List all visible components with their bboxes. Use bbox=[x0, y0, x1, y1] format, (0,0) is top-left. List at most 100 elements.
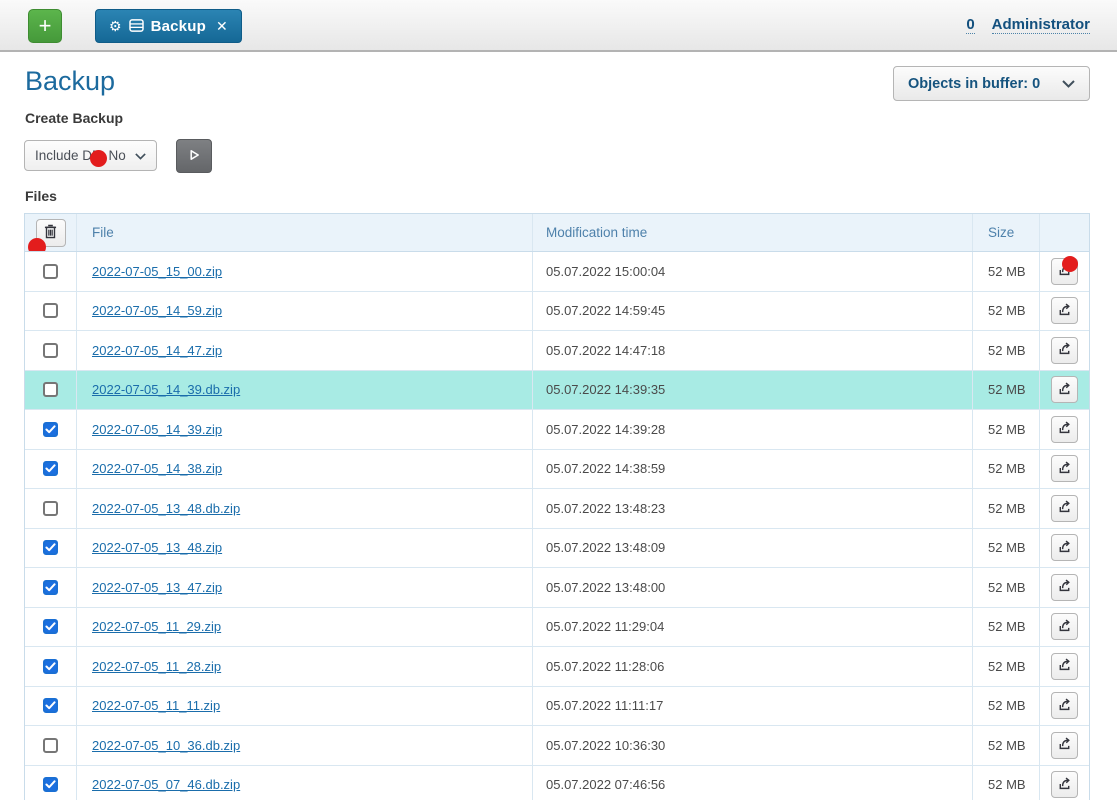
file-size: 52 MB bbox=[973, 331, 1040, 370]
table-row: 2022-07-05_15_00.zip 05.07.2022 15:00:04… bbox=[25, 252, 1089, 292]
file-link[interactable]: 2022-07-05_10_36.db.zip bbox=[92, 738, 240, 753]
restore-button[interactable] bbox=[1051, 653, 1078, 680]
row-checkbox[interactable] bbox=[43, 303, 58, 318]
restore-icon bbox=[1057, 776, 1072, 794]
restore-button[interactable] bbox=[1051, 692, 1078, 719]
objects-in-buffer-label: Objects in buffer: 0 bbox=[908, 76, 1040, 92]
restore-button[interactable] bbox=[1051, 574, 1078, 601]
column-header-size[interactable]: Size bbox=[973, 214, 1040, 251]
restore-icon bbox=[1057, 381, 1072, 399]
restore-button[interactable] bbox=[1051, 495, 1078, 522]
click-marker bbox=[1062, 256, 1078, 272]
modification-time: 05.07.2022 14:47:18 bbox=[533, 331, 973, 370]
restore-button[interactable] bbox=[1051, 297, 1078, 324]
chevron-down-icon bbox=[135, 147, 146, 165]
table-row: 2022-07-05_13_48.db.zip 05.07.2022 13:48… bbox=[25, 489, 1089, 529]
file-link[interactable]: 2022-07-05_14_59.zip bbox=[92, 303, 222, 318]
table-row: 2022-07-05_13_48.zip 05.07.2022 13:48:09… bbox=[25, 529, 1089, 569]
modification-time: 05.07.2022 14:38:59 bbox=[533, 450, 973, 489]
modification-time: 05.07.2022 14:39:35 bbox=[533, 371, 973, 410]
file-size: 52 MB bbox=[973, 292, 1040, 331]
restore-button[interactable] bbox=[1051, 416, 1078, 443]
user-links: 0 Administrator bbox=[966, 16, 1090, 34]
tab-label: Backup bbox=[151, 18, 206, 35]
table-row: 2022-07-05_14_39.db.zip 05.07.2022 14:39… bbox=[25, 371, 1089, 411]
restore-button[interactable] bbox=[1051, 771, 1078, 798]
counter-link[interactable]: 0 bbox=[966, 16, 974, 34]
file-link[interactable]: 2022-07-05_07_46.db.zip bbox=[92, 777, 240, 792]
restore-icon bbox=[1057, 657, 1072, 675]
file-link[interactable]: 2022-07-05_11_28.zip bbox=[92, 659, 221, 674]
table-row: 2022-07-05_14_39.zip 05.07.2022 14:39:28… bbox=[25, 410, 1089, 450]
files-table: File Modification time Size 2022-07-05_1… bbox=[24, 213, 1090, 800]
row-checkbox[interactable] bbox=[43, 619, 58, 634]
modification-time: 05.07.2022 13:48:23 bbox=[533, 489, 973, 528]
restore-button[interactable] bbox=[1051, 337, 1078, 364]
row-checkbox[interactable] bbox=[43, 580, 58, 595]
restore-button[interactable] bbox=[1051, 534, 1078, 561]
row-checkbox[interactable] bbox=[43, 461, 58, 476]
files-heading: Files bbox=[25, 188, 57, 204]
modification-time: 05.07.2022 13:48:09 bbox=[533, 529, 973, 568]
file-link[interactable]: 2022-07-05_11_29.zip bbox=[92, 619, 221, 634]
click-marker bbox=[28, 238, 46, 252]
restore-button[interactable] bbox=[1051, 258, 1078, 285]
new-tab-button[interactable]: + bbox=[28, 9, 62, 43]
chevron-down-icon bbox=[1062, 75, 1075, 93]
restore-icon bbox=[1057, 302, 1072, 320]
restore-button[interactable] bbox=[1051, 376, 1078, 403]
file-size: 52 MB bbox=[973, 450, 1040, 489]
row-checkbox[interactable] bbox=[43, 659, 58, 674]
restore-icon bbox=[1057, 578, 1072, 596]
table-row: 2022-07-05_11_29.zip 05.07.2022 11:29:04… bbox=[25, 608, 1089, 648]
objects-in-buffer-dropdown[interactable]: Objects in buffer: 0 bbox=[893, 66, 1090, 101]
file-link[interactable]: 2022-07-05_14_47.zip bbox=[92, 343, 222, 358]
row-checkbox[interactable] bbox=[43, 422, 58, 437]
table-row: 2022-07-05_07_46.db.zip 05.07.2022 07:46… bbox=[25, 766, 1089, 800]
file-size: 52 MB bbox=[973, 489, 1040, 528]
row-checkbox[interactable] bbox=[43, 777, 58, 792]
file-link[interactable]: 2022-07-05_13_48.zip bbox=[92, 540, 222, 555]
restore-button[interactable] bbox=[1051, 613, 1078, 640]
modification-time: 05.07.2022 15:00:04 bbox=[533, 252, 973, 291]
restore-icon bbox=[1057, 499, 1072, 517]
restore-button[interactable] bbox=[1051, 732, 1078, 759]
file-link[interactable]: 2022-07-05_14_39.zip bbox=[92, 422, 222, 437]
modification-time: 05.07.2022 11:28:06 bbox=[533, 647, 973, 686]
row-checkbox[interactable] bbox=[43, 501, 58, 516]
administrator-link[interactable]: Administrator bbox=[992, 16, 1090, 34]
column-header-file[interactable]: File bbox=[77, 214, 533, 251]
run-backup-button[interactable] bbox=[176, 139, 212, 173]
tab-backup[interactable]: ⚙ Backup ✕ bbox=[95, 9, 242, 43]
play-icon bbox=[187, 148, 201, 165]
modification-time: 05.07.2022 13:48:00 bbox=[533, 568, 973, 607]
include-db-value: Include DB: No bbox=[35, 148, 126, 163]
file-size: 52 MB bbox=[973, 647, 1040, 686]
close-icon[interactable]: ✕ bbox=[216, 18, 228, 35]
row-checkbox[interactable] bbox=[43, 382, 58, 397]
table-row: 2022-07-05_14_38.zip 05.07.2022 14:38:59… bbox=[25, 450, 1089, 490]
modification-time: 05.07.2022 14:39:28 bbox=[533, 410, 973, 449]
file-link[interactable]: 2022-07-05_14_39.db.zip bbox=[92, 382, 240, 397]
row-checkbox[interactable] bbox=[43, 540, 58, 555]
file-link[interactable]: 2022-07-05_13_47.zip bbox=[92, 580, 222, 595]
file-size: 52 MB bbox=[973, 568, 1040, 607]
row-checkbox[interactable] bbox=[43, 698, 58, 713]
file-link[interactable]: 2022-07-05_13_48.db.zip bbox=[92, 501, 240, 516]
delete-selected-button[interactable] bbox=[36, 219, 66, 247]
file-link[interactable]: 2022-07-05_14_38.zip bbox=[92, 461, 222, 476]
row-checkbox[interactable] bbox=[43, 738, 58, 753]
page-title: Backup bbox=[25, 66, 115, 97]
create-backup-heading: Create Backup bbox=[25, 110, 123, 126]
row-checkbox[interactable] bbox=[43, 264, 58, 279]
row-checkbox[interactable] bbox=[43, 343, 58, 358]
file-size: 52 MB bbox=[973, 529, 1040, 568]
restore-button[interactable] bbox=[1051, 455, 1078, 482]
file-link[interactable]: 2022-07-05_11_11.zip bbox=[92, 698, 220, 713]
column-header-modification-time[interactable]: Modification time bbox=[533, 214, 973, 251]
table-row: 2022-07-05_14_47.zip 05.07.2022 14:47:18… bbox=[25, 331, 1089, 371]
restore-icon bbox=[1057, 420, 1072, 438]
table-row: 2022-07-05_11_11.zip 05.07.2022 11:11:17… bbox=[25, 687, 1089, 727]
file-link[interactable]: 2022-07-05_15_00.zip bbox=[92, 264, 222, 279]
disk-icon bbox=[129, 19, 144, 34]
